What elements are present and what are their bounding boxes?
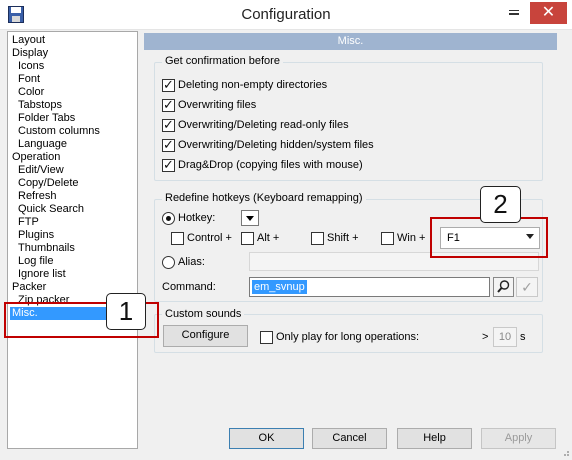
seconds-input[interactable]: 10 (493, 327, 517, 347)
hotkeys-group-title: Redefine hotkeys (Keyboard remapping) (162, 192, 366, 205)
tree-item[interactable]: Font (18, 73, 40, 86)
panel-header: Misc. (144, 33, 557, 50)
tree-item[interactable]: Custom columns (18, 125, 100, 138)
settings-tree[interactable]: Layout Display Icons Font Color Tabstops Folde… (7, 31, 138, 449)
annotation-callout-1: 1 (106, 293, 146, 330)
seconds-unit-label: s (520, 331, 526, 343)
tree-item[interactable]: Copy/Delete (18, 177, 79, 190)
cancel-button[interactable]: Cancel (312, 428, 387, 449)
modifier-checkbox[interactable] (381, 232, 394, 245)
tree-item[interactable]: Quick Search (18, 203, 84, 216)
help-button[interactable]: Help (397, 428, 472, 449)
tree-item[interactable]: FTP (18, 216, 39, 229)
long-ops-checkbox[interactable] (260, 331, 273, 344)
confirmation-group-title: Get confirmation before (162, 55, 283, 68)
modifier-checkbox[interactable] (171, 232, 184, 245)
search-icon (497, 280, 510, 293)
confirm-checkbox-label: Deleting non-empty directories (178, 79, 328, 91)
confirm-command-button[interactable]: ✓ (516, 277, 538, 297)
confirm-checkbox-label: Overwriting files (178, 99, 257, 111)
modifier-label: Shift + (327, 232, 359, 244)
confirm-checkbox-label: Drag&Drop (copying files with mouse) (178, 159, 363, 171)
tree-item[interactable]: Thumbnails (18, 242, 75, 255)
confirm-checkbox-label: Overwriting/Deleting hidden/system files (178, 139, 374, 151)
tree-item[interactable]: Log file (18, 255, 53, 268)
annotation-callout-2: 2 (480, 186, 521, 223)
tree-item[interactable]: Icons (18, 60, 44, 73)
tree-item[interactable]: Edit/View (18, 164, 64, 177)
sounds-group-title: Custom sounds (162, 308, 245, 321)
chevron-down-icon (246, 216, 254, 221)
modifier-label: Alt + (257, 232, 280, 244)
confirm-checkbox[interactable] (162, 157, 175, 173)
tree-item[interactable]: Operation (12, 151, 60, 164)
tree-item[interactable]: Layout (12, 34, 45, 47)
greater-than-label: > (482, 331, 489, 343)
confirm-checkbox-label: Overwriting/Deleting read-only files (178, 119, 349, 131)
tree-item[interactable]: Ignore list (18, 268, 66, 281)
confirm-checkbox[interactable] (162, 137, 175, 153)
ok-button[interactable]: OK (229, 428, 304, 449)
hotkey-label: Hotkey: (178, 212, 216, 224)
tree-item[interactable]: Folder Tabs (18, 112, 75, 125)
close-button[interactable]: ✕ (530, 2, 567, 24)
command-label: Command: (162, 281, 216, 293)
hotkey-radio[interactable] (162, 212, 175, 225)
resize-grip-icon[interactable] (560, 447, 570, 457)
modifier-checkbox[interactable] (241, 232, 254, 245)
modifier-label: Control + (187, 232, 232, 244)
long-ops-label: Only play for long operations: (276, 331, 420, 343)
tree-item[interactable]: Color (18, 86, 44, 99)
minimize-icon[interactable] (506, 7, 522, 21)
hotkey-dropdown-button[interactable] (241, 210, 259, 226)
checkmark-icon: ✓ (521, 279, 533, 295)
command-value: em_svnup (252, 280, 307, 294)
configure-button[interactable]: Configure (163, 325, 248, 347)
confirm-checkbox[interactable] (162, 77, 175, 93)
tree-item[interactable]: Language (18, 138, 67, 151)
window-title: Configuration (241, 6, 331, 23)
tree-item[interactable]: Refresh (18, 190, 57, 203)
tree-item[interactable]: Display (12, 47, 48, 60)
annotation-highlight-2 (430, 217, 548, 258)
search-command-button[interactable] (493, 277, 514, 297)
confirm-checkbox[interactable] (162, 97, 175, 113)
alias-label: Alias: (178, 256, 205, 268)
apply-button[interactable]: Apply (481, 428, 556, 449)
modifier-label: Win + (397, 232, 426, 244)
alias-radio[interactable] (162, 256, 175, 269)
tree-item[interactable]: Tabstops (18, 99, 62, 112)
tree-item[interactable]: Packer (12, 281, 46, 294)
modifier-checkbox[interactable] (311, 232, 324, 245)
command-input[interactable]: em_svnup (249, 277, 490, 297)
tree-item[interactable]: Plugins (18, 229, 54, 242)
confirm-checkbox[interactable] (162, 117, 175, 133)
